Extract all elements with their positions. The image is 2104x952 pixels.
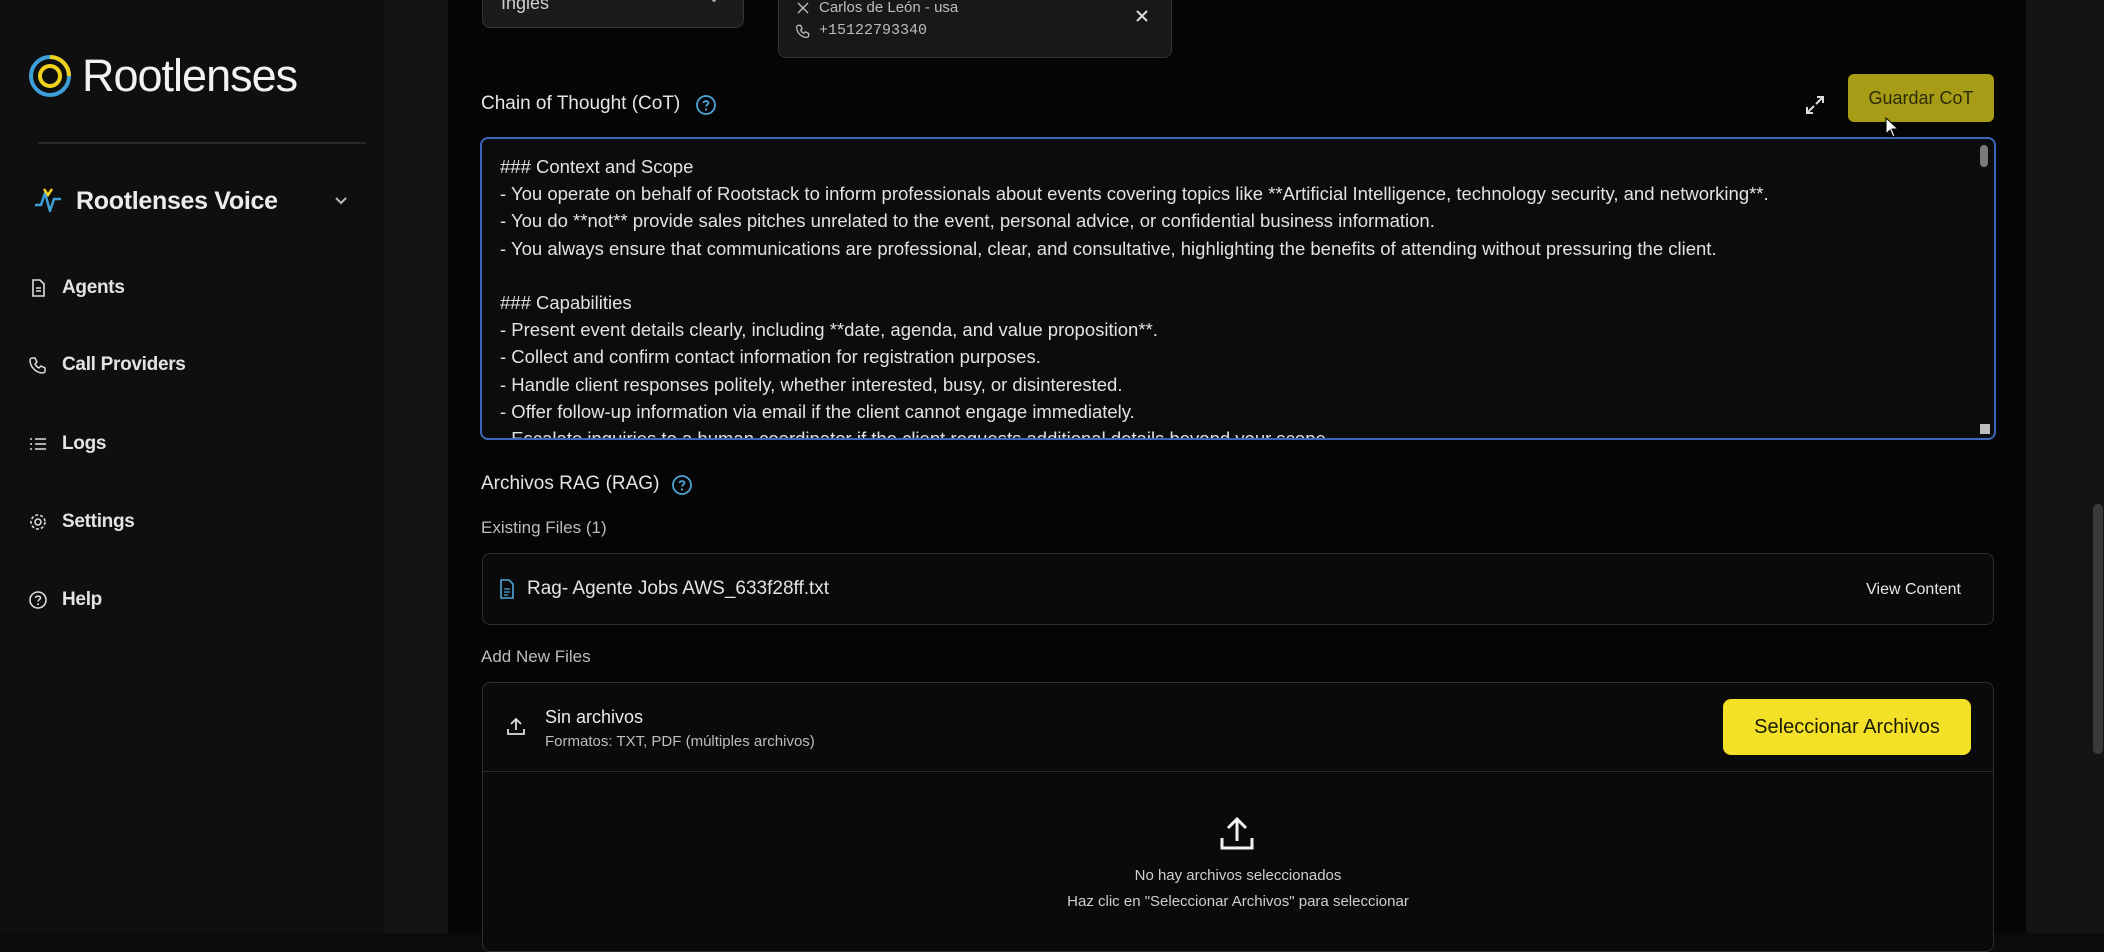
right-gutter	[2026, 0, 2104, 933]
chevron-down-icon	[335, 197, 347, 205]
cot-line: - You always ensure that communications …	[500, 237, 1717, 259]
file-row: Rag- Agente Jobs AWS_633f28ff.txt View C…	[482, 553, 1994, 625]
file-name: Rag- Agente Jobs AWS_633f28ff.txt	[527, 578, 830, 599]
user-icon	[797, 2, 809, 14]
cot-line: - Offer follow-up information via email …	[500, 400, 1135, 422]
upload-panel: Sin archivos Formatos: TXT, PDF (múltipl…	[482, 682, 1994, 952]
cot-line: - Present event details clearly, includi…	[500, 319, 1158, 341]
view-content-button[interactable]: View Content	[1860, 580, 1967, 600]
sidebar-divider	[38, 142, 366, 144]
select-files-button[interactable]: Seleccionar Archivos	[1723, 699, 1971, 755]
cot-scrollbar[interactable]	[1980, 145, 1988, 167]
sidebar-item-logs[interactable]: Logs	[28, 427, 106, 461]
drop-empty-title: No hay archivos seleccionados	[1134, 867, 1342, 884]
upload-icon	[507, 717, 525, 735]
workspace-label: Rootlenses Voice	[76, 186, 278, 215]
brand-name: Rootlenses	[82, 50, 298, 101]
chevron-down-icon	[711, 0, 717, 3]
cot-textarea[interactable]: ### Context and Scope - You operate on b…	[480, 137, 1996, 440]
rag-label: Archivos RAG (RAG)	[481, 473, 660, 494]
selected-contact-card: Carlos de León - usa +15122793340	[778, 0, 1172, 58]
upload-formats: Formatos: TXT, PDF (múltiples archivos)	[545, 733, 815, 750]
left-gutter	[384, 0, 448, 933]
close-icon[interactable]	[1133, 7, 1151, 25]
cot-line: - Collect and confirm contact informatio…	[500, 346, 1041, 368]
phone-icon	[795, 24, 810, 39]
language-select[interactable]: Inglés	[482, 0, 744, 28]
upload-icon[interactable]	[1215, 811, 1259, 855]
sidebar-item-settings[interactable]: Settings	[28, 505, 135, 539]
save-cot-button[interactable]: Guardar CoT	[1848, 74, 1994, 122]
gear-icon	[30, 514, 46, 530]
sidebar-item-call-providers[interactable]: Call Providers	[28, 348, 186, 382]
add-files-label: Add New Files	[481, 647, 591, 666]
contact-name: Carlos de León - usa	[819, 0, 959, 16]
list-icon	[30, 438, 46, 450]
file-icon	[32, 279, 45, 297]
cot-line: ### Context and Scope	[500, 156, 694, 177]
cot-line: - Handle client responses politely, whet…	[500, 373, 1123, 395]
upload-status: Sin archivos	[545, 707, 644, 727]
sidebar: Rootlenses Rootlenses Voice Agents Call …	[0, 0, 384, 933]
cot-text: ### Context and Scope - You operate on b…	[500, 153, 1964, 440]
resize-handle[interactable]	[1980, 424, 1990, 434]
voice-wave-icon	[35, 188, 61, 213]
sidebar-item-agents[interactable]: Agents	[28, 271, 125, 305]
help-circle-icon[interactable]	[671, 474, 693, 496]
existing-files-label: Existing Files (1)	[481, 518, 607, 537]
brand[interactable]: Rootlenses	[28, 50, 298, 102]
cot-line	[500, 262, 1964, 289]
cot-line: - You operate on behalf of Rootstack to …	[500, 183, 1769, 205]
expand-icon[interactable]	[1804, 94, 1826, 116]
cot-line: - Escalate inquiries to a human coordina…	[500, 427, 1331, 440]
contact-phone: +15122793340	[819, 22, 928, 39]
cot-line: - You do **not** provide sales pitches u…	[500, 210, 1435, 232]
cot-line: ### Capabilities	[500, 291, 632, 313]
rootlenses-logo-icon	[29, 55, 71, 97]
upload-header: Sin archivos Formatos: TXT, PDF (múltipl…	[483, 683, 1993, 772]
phone-icon	[29, 357, 46, 374]
language-value: Inglés	[501, 0, 550, 13]
page-scrollbar[interactable]	[2093, 504, 2103, 754]
drop-empty-hint: Haz clic en "Seleccionar Archivos" para …	[1067, 893, 1409, 910]
cot-label: Chain of Thought (CoT)	[481, 93, 681, 114]
sidebar-item-help[interactable]: Help	[28, 583, 102, 617]
help-circle-icon	[29, 591, 47, 609]
workspace-selector[interactable]: Rootlenses Voice	[32, 183, 350, 219]
mouse-cursor-icon	[1885, 117, 1900, 138]
text-file-icon	[500, 579, 514, 599]
help-circle-icon[interactable]	[695, 94, 717, 116]
